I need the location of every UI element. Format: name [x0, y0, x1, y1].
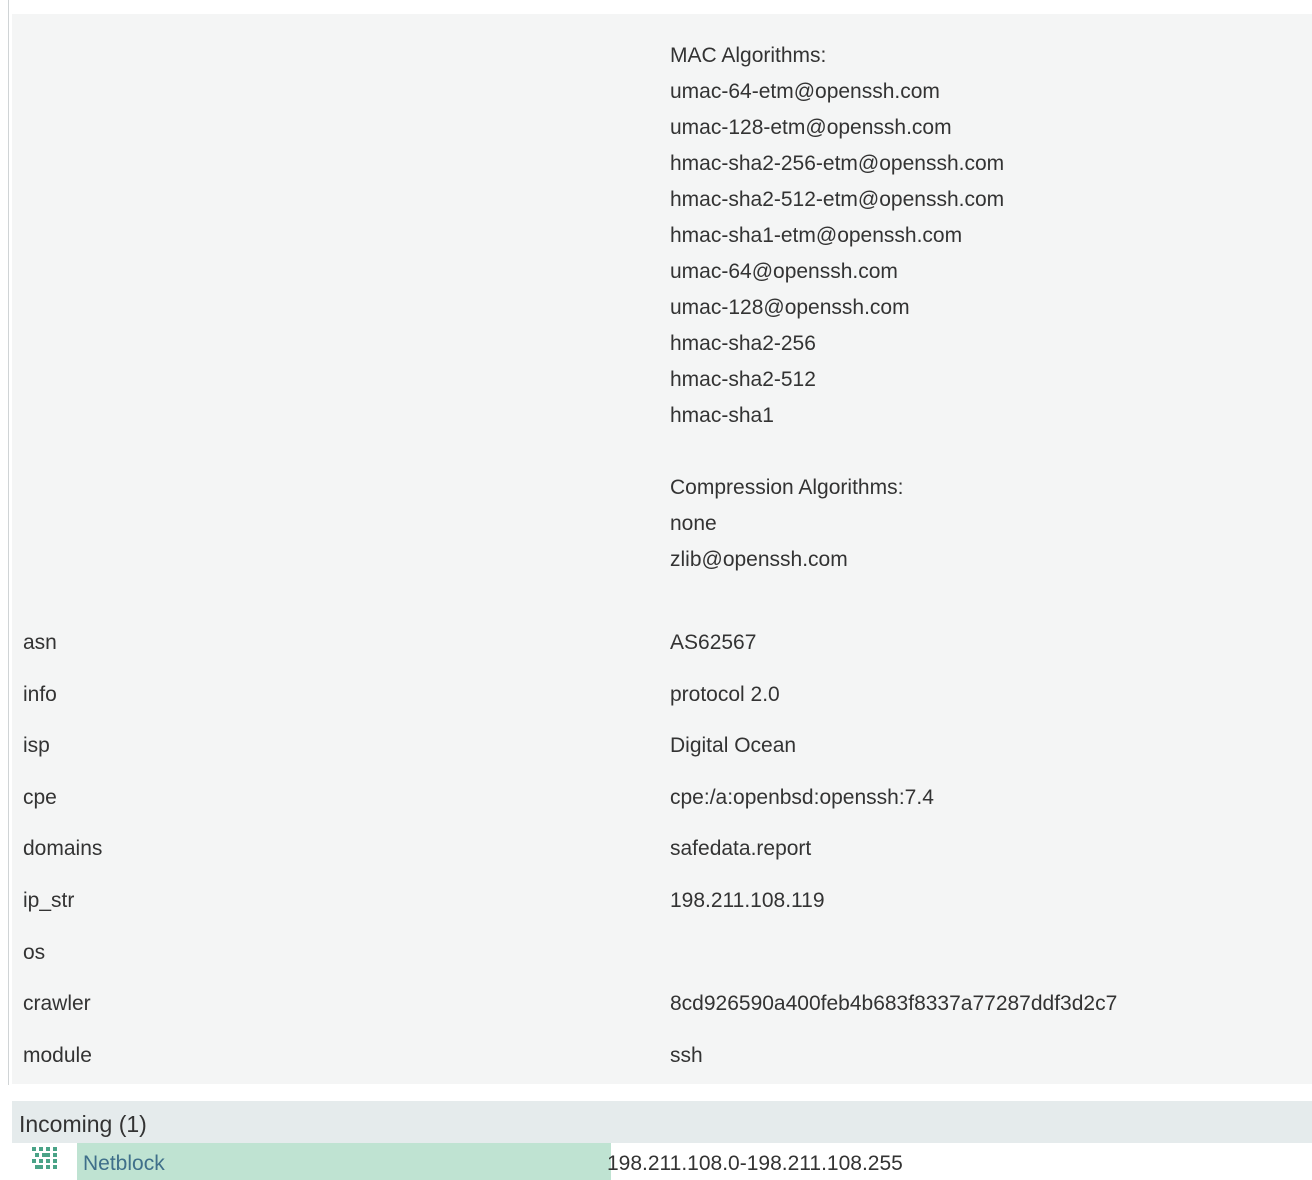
- entity-value[interactable]: 198.211.108.0-198.211.108.255: [607, 1152, 903, 1176]
- property-row-asn: asn AS62567: [12, 619, 1312, 671]
- property-row-isp: isp Digital Ocean: [12, 722, 1312, 774]
- property-key: crawler: [23, 992, 91, 1016]
- mac-algorithm-item: hmac-sha1: [670, 404, 774, 427]
- mac-algorithms-heading: MAC Algorithms:: [670, 44, 827, 67]
- mac-algorithm-item: hmac-sha1-etm@openssh.com: [670, 224, 963, 247]
- property-row-module: module ssh: [12, 1032, 1312, 1084]
- property-value: 198.211.108.119: [670, 888, 825, 912]
- property-key: domains: [23, 837, 103, 861]
- mac-algorithm-item: umac-128@openssh.com: [670, 296, 910, 319]
- incoming-section-header[interactable]: Incoming (1): [12, 1101, 1312, 1143]
- property-value: safedata.report: [670, 837, 812, 861]
- compression-algorithms-heading: Compression Algorithms:: [670, 476, 904, 499]
- mac-algorithm-item: hmac-sha2-512-etm@openssh.com: [670, 188, 1005, 211]
- property-value: AS62567: [670, 631, 757, 654]
- ssh-detail-panel: MAC Algorithms: umac-64-etm@openssh.com …: [12, 14, 1312, 1084]
- mac-algorithm-item: umac-64-etm@openssh.com: [670, 80, 940, 103]
- ssh-algorithm-list: MAC Algorithms: umac-64-etm@openssh.com …: [670, 38, 1004, 578]
- mac-algorithm-item: umac-64@openssh.com: [670, 260, 898, 283]
- property-row-crawler: crawler 8cd926590a400feb4b683f8337a77287…: [12, 980, 1312, 1032]
- property-row-domains: domains safedata.report: [12, 825, 1312, 877]
- property-value: protocol 2.0: [670, 682, 780, 706]
- property-key: ip_str: [23, 888, 75, 912]
- property-key: os: [23, 940, 46, 964]
- property-row-info: info protocol 2.0: [12, 671, 1312, 723]
- left-border: [8, 0, 9, 1085]
- incoming-section-title: Incoming (1): [19, 1111, 147, 1137]
- property-table: asn AS62567 info protocol 2.0 isp Digita…: [12, 619, 1312, 1083]
- compression-algorithm-item: none: [670, 512, 717, 535]
- mac-algorithm-item: hmac-sha2-256: [670, 332, 816, 355]
- property-key: module: [23, 1043, 92, 1067]
- compression-algorithm-item: zlib@openssh.com: [670, 548, 848, 571]
- property-value: cpe:/a:openbsd:openssh:7.4: [670, 785, 934, 809]
- property-key: isp: [23, 734, 50, 758]
- property-value: ssh: [670, 1043, 703, 1067]
- mac-algorithm-item: hmac-sha2-512: [670, 368, 816, 391]
- algorithm-section-spacer: [670, 434, 1004, 470]
- netblock-icon: [31, 1146, 61, 1170]
- incoming-entity-row[interactable]: Netblock 198.211.108.0-198.211.108.255: [12, 1143, 1312, 1180]
- entity-detail-page: MAC Algorithms: umac-64-etm@openssh.com …: [0, 0, 1312, 1180]
- mac-algorithm-item: umac-128-etm@openssh.com: [670, 116, 952, 139]
- property-value: Digital Ocean: [670, 734, 797, 758]
- mac-algorithm-item: hmac-sha2-256-etm@openssh.com: [670, 152, 1005, 175]
- property-row-cpe: cpe cpe:/a:openbsd:openssh:7.4: [12, 774, 1312, 826]
- property-value: 8cd926590a400feb4b683f8337a77287ddf3d2c7: [670, 992, 1118, 1016]
- property-row-os: os: [12, 929, 1312, 981]
- property-row-ip-str: ip_str 198.211.108.119: [12, 877, 1312, 929]
- entity-type-cell[interactable]: Netblock: [77, 1143, 611, 1180]
- entity-type-label[interactable]: Netblock: [83, 1152, 165, 1176]
- property-key: asn: [23, 631, 57, 654]
- property-key: info: [23, 682, 57, 706]
- property-key: cpe: [23, 785, 57, 809]
